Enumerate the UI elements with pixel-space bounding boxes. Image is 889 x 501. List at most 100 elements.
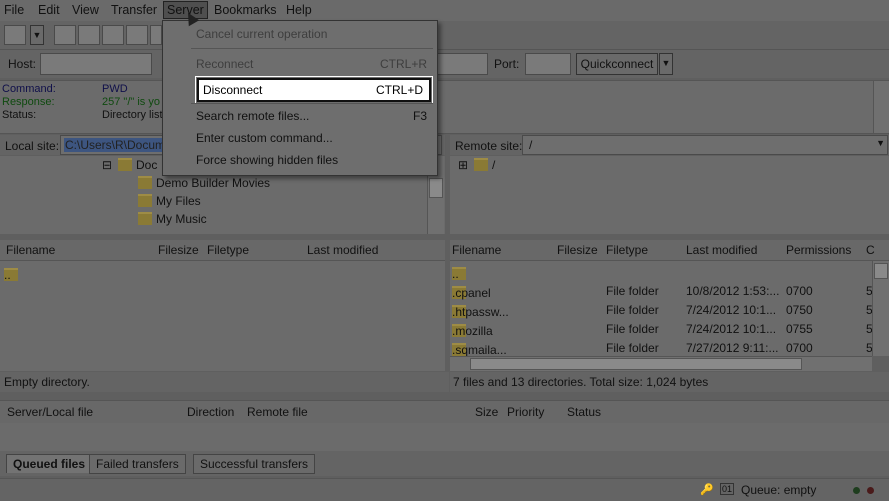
tree-expander-icon[interactable]: ⊟ [102,158,112,172]
log-value: Directory list [102,109,163,121]
refresh-icon[interactable] [126,25,148,45]
menu-help[interactable]: Help [286,3,312,17]
menu-item-cancel-operation[interactable]: Cancel current operation [196,24,427,44]
tree-item-my-music[interactable]: My Music [138,212,207,226]
lock-icon: 🔑 [700,484,714,496]
column-header-remote-file[interactable]: Remote file [247,405,308,419]
column-header-direction[interactable]: Direction [187,405,234,419]
folder-icon [138,212,152,225]
remote-path-value: / [529,138,533,152]
tree-item-my-files[interactable]: My Files [138,194,201,208]
list-item[interactable]: .. [4,264,204,283]
queue-list [0,423,889,451]
host-input[interactable] [40,53,152,75]
remote-file-list: .. .cpanel File folder 10/8/2012 1:53:..… [450,261,889,356]
column-header-last-modified[interactable]: Last modified [307,243,378,257]
quickconnect-button[interactable]: Quickconnect [576,53,658,75]
menu-item-enter-custom-command[interactable]: Enter custom command... [196,128,427,148]
table-row[interactable]: .cpanel File folder 10/8/2012 1:53:... 0… [452,282,873,301]
tree-item-documents[interactable]: Doc [118,158,157,172]
column-header-priority[interactable]: Priority [507,405,544,419]
column-header-filetype[interactable]: Filetype [207,243,249,257]
message-log: Command: PWD Response: 257 "/" is yo Sta… [0,80,889,134]
menu-file[interactable]: File [4,3,24,17]
column-header-permissions[interactable]: Permissions [786,243,851,257]
queue-status: Queue: empty [741,483,817,497]
column-header-owner[interactable]: C [866,243,875,257]
column-header-status[interactable]: Status [567,405,601,419]
table-row[interactable]: .mozilla File folder 7/24/2012 10:1... 0… [452,320,873,339]
tab-queued-files[interactable]: Queued files [6,454,93,473]
table-row[interactable]: .htpassw... File folder 7/24/2012 10:1..… [452,301,873,320]
local-file-list: .. [0,261,445,371]
menu-bookmarks[interactable]: Bookmarks [214,3,277,17]
scrollbar-thumb[interactable] [874,263,888,279]
toggle-log-icon[interactable] [54,25,76,45]
column-header-filesize[interactable]: Filesize [158,243,199,257]
queue-tabs: Queued files Failed transfers Successful… [0,451,889,476]
folder-icon [118,158,132,171]
log-key: Command: [2,83,56,95]
site-manager-dropdown-icon[interactable]: ▼ [30,25,44,45]
local-status: Empty directory. [0,372,449,392]
column-header-filetype[interactable]: Filetype [606,243,648,257]
menu-transfer[interactable]: Transfer [111,3,157,17]
menu-item-reconnect[interactable]: Reconnect CTRL+R [196,54,427,74]
menu-bar: File Edit View Transfer Server Bookmarks… [0,0,889,21]
local-list-header: Filename Filesize Filetype Last modified [0,240,445,261]
local-site-label: Local site: [5,139,60,153]
column-header-server-local-file[interactable]: Server/Local file [7,405,93,419]
site-manager-icon[interactable] [4,25,26,45]
remote-tree: ⊞ / [450,156,889,234]
status-bar: 🔑 01 Queue: empty [0,478,889,501]
download-indicator-icon [867,487,874,494]
folder-icon [138,176,152,189]
table-row[interactable]: .sqmaila... File folder 7/27/2012 9:11:.… [452,339,873,356]
menu-separator [191,103,433,104]
server-menu: Cancel current operation Reconnect CTRL+… [162,20,438,176]
column-header-filesize[interactable]: Filesize [557,243,598,257]
remote-list-hscrollbar[interactable] [450,356,872,371]
port-input[interactable] [525,53,571,75]
menu-view[interactable]: View [72,3,99,17]
menu-item-disconnect[interactable]: Disconnect CTRL+D [195,76,433,104]
tree-expander-icon[interactable]: ⊞ [458,158,468,172]
toggle-tree-icon[interactable] [78,25,100,45]
remote-site-bar: Remote site: / ▼ [450,135,889,155]
table-row[interactable]: .. [452,263,872,282]
local-path-value: C:\Users\R\Docume [64,138,173,152]
menu-edit[interactable]: Edit [38,3,60,17]
folder-icon [138,194,152,207]
remote-site-input[interactable]: / ▼ [522,135,888,155]
password-input[interactable] [436,53,488,75]
folder-icon [474,158,488,171]
scrollbar-thumb[interactable] [470,358,802,370]
log-value: 257 "/" is yo [102,96,160,108]
column-header-last-modified[interactable]: Last modified [686,243,757,257]
tab-successful-transfers[interactable]: Successful transfers [193,454,316,474]
column-header-filename[interactable]: Filename [452,243,501,257]
menu-item-search-remote-files[interactable]: Search remote files... F3 [196,106,427,126]
log-scrollbar[interactable] [873,81,889,133]
host-label: Host: [8,57,37,71]
process-queue-icon[interactable] [150,25,162,45]
toggle-remote-tree-icon[interactable] [102,25,124,45]
scrollbar-thumb[interactable] [429,178,443,198]
remote-site-label: Remote site: [455,139,523,153]
menu-item-force-hidden-files[interactable]: Force showing hidden files [196,150,427,170]
remote-status: 7 files and 13 directories. Total size: … [450,372,889,392]
tree-item-root[interactable]: / [474,158,495,172]
log-key: Status: [2,109,37,121]
remote-list-vscrollbar[interactable] [872,261,889,356]
tree-item-demo-builder-movies[interactable]: Demo Builder Movies [138,176,270,190]
log-value: PWD [102,83,128,95]
toolbar: ▼ [0,21,889,50]
quickconnect-bar: Host: Port: Quickconnect ▼ [0,50,889,78]
port-label: Port: [494,57,520,71]
column-header-filename[interactable]: Filename [6,243,55,257]
upload-indicator-icon [853,487,860,494]
quickconnect-dropdown-icon[interactable]: ▼ [659,53,673,75]
tab-failed-transfers[interactable]: Failed transfers [89,454,186,474]
column-header-size[interactable]: Size [475,405,498,419]
chevron-down-icon[interactable]: ▼ [876,138,885,148]
